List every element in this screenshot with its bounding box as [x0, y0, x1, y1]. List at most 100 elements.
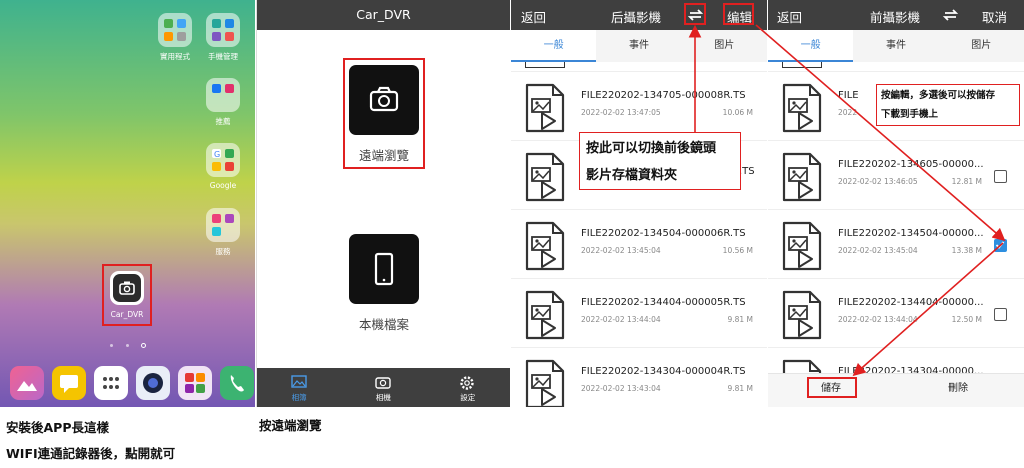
file-name: FILE220202-134504-00000...	[838, 228, 984, 239]
camera-icon	[375, 377, 391, 389]
file-date: 2022-02-02 13:43:04	[581, 384, 661, 393]
phone-icon[interactable]	[220, 366, 254, 400]
list-item[interactable]: FILE220202-134404-000005R.TS 2022-02-02 1…	[511, 280, 767, 348]
bottom-nav: 相簿 相機 設定	[257, 368, 510, 407]
file-name: FILE220202-134304-000004R.TS	[581, 366, 746, 377]
tab-general[interactable]: 一般	[768, 30, 854, 62]
tab-events[interactable]: 事件	[853, 30, 938, 62]
messages-icon[interactable]	[52, 366, 86, 400]
folder-icon[interactable]	[206, 13, 240, 47]
file-date: 2022-02-02 13:47:05	[581, 108, 661, 117]
file-checkbox[interactable]	[994, 308, 1007, 321]
games-icon[interactable]	[178, 366, 212, 400]
file-date: 2022-02-02 13:44:04	[838, 315, 918, 324]
file-date: 2022-02-02 13:45:04	[581, 246, 661, 255]
video-file-icon	[525, 83, 565, 133]
app-label: Google	[209, 181, 237, 190]
file-name: FILE220202-134705-000008R.TS	[581, 90, 746, 101]
caption: WIFI連通記錄器後，點開就可	[6, 446, 176, 461]
rear-camera-panel: 返回 后攝影機 编辑 一般 事件 图片 FILE220202-134705-00…	[511, 0, 767, 407]
highlight-box	[684, 3, 706, 25]
file-name-partial: .TS	[739, 166, 755, 177]
album-icon	[291, 375, 307, 388]
list-item[interactable]: FILE220202-134304-000004R.TS 2022-02-02 1…	[511, 349, 767, 407]
highlight-box	[102, 264, 152, 326]
local-files-button[interactable]	[349, 234, 419, 304]
annotation-callout: 按編輯，多選後可以按儲存 下載到手機上	[876, 84, 1020, 126]
delete-button[interactable]: 刪除	[933, 379, 983, 399]
list-item[interactable]: FILE220202-134605-00000... 2022-02-02 13:…	[768, 142, 1024, 210]
svg-text:G: G	[214, 150, 220, 159]
screen-title: 前攝影機	[870, 10, 921, 25]
file-size: 12.50 M	[951, 315, 982, 324]
title-bar: Car_DVR	[257, 0, 510, 30]
video-file-icon	[525, 62, 565, 68]
file-size: 10.06 M	[722, 108, 753, 117]
title-bar: 返回 前攝影機 取消	[768, 0, 1024, 30]
highlight-box	[343, 58, 425, 169]
tab-pictures[interactable]: 图片	[682, 30, 767, 62]
video-file-icon	[525, 290, 565, 340]
tab-bar: 一般 事件 图片	[768, 30, 1024, 62]
folder-icon[interactable]: G	[206, 143, 240, 177]
cancel-button[interactable]: 取消	[982, 7, 1007, 26]
video-file-icon	[782, 152, 822, 202]
file-size: 13.38 M	[951, 246, 982, 255]
file-name: FILE220202-134605-00000...	[838, 159, 984, 170]
back-button[interactable]: 返回	[521, 7, 546, 26]
folder-icon[interactable]	[158, 13, 192, 47]
page-dot	[126, 344, 129, 347]
file-date: 2022-02-02 13:45:04	[838, 246, 918, 255]
file-name: FILE220202-134404-000005R.TS	[581, 297, 746, 308]
callout-line: 按編輯，多選後可以按儲存	[881, 90, 996, 101]
file-date: 2022-02-02 13:44:04	[581, 315, 661, 324]
file-name: FILE220202-134504-000006R.TS	[581, 228, 746, 239]
nav-album[interactable]: 相簿	[257, 368, 341, 407]
file-checkbox[interactable]	[994, 170, 1007, 183]
folder-icon[interactable]	[206, 78, 240, 112]
list-item[interactable]: FILE220202-134504-00000... 2022-02-02 13:…	[768, 211, 1024, 279]
file-name: FILE220202-134404-00000...	[838, 297, 984, 308]
apps-drawer-icon[interactable]	[94, 366, 128, 400]
tab-general[interactable]: 一般	[511, 30, 597, 62]
nav-camera[interactable]: 相機	[341, 368, 425, 407]
video-file-icon	[525, 359, 565, 407]
nav-label: 相機	[375, 393, 391, 402]
front-camera-panel: 返回 前攝影機 取消 一般 事件 图片 FILE 2022 FILE220202-1…	[768, 0, 1024, 407]
video-file-icon	[782, 221, 822, 271]
nav-label: 設定	[460, 393, 476, 402]
file-checkbox[interactable]	[994, 239, 1007, 252]
tab-events[interactable]: 事件	[596, 30, 681, 62]
page-dot	[110, 344, 113, 347]
annotation-callout: 按此可以切換前後鏡頭 影片存檔資料夾	[579, 132, 741, 190]
list-item[interactable]: FILE220202-134504-000006R.TS 2022-02-02 1…	[511, 211, 767, 279]
video-file-icon	[782, 62, 822, 68]
gallery-icon[interactable]	[10, 366, 44, 400]
screen-title: 后攝影機	[611, 10, 662, 25]
gear-icon	[460, 376, 475, 390]
list-item[interactable]: FILE220202-134705-000008R.TS 2022-02-02 1…	[511, 73, 767, 141]
list-item-partial	[511, 62, 767, 72]
list-item[interactable]: FILE220202-134404-00000... 2022-02-02 13:…	[768, 280, 1024, 348]
back-button[interactable]: 返回	[777, 7, 802, 26]
app-label: 手機管理	[208, 52, 238, 61]
tab-bar: 一般 事件 图片	[511, 30, 767, 62]
car-dvr-main-panel: Car_DVR 遠端瀏覽 本機檔案 相簿 相機 設定	[256, 0, 510, 407]
caption: 按遠端瀏覽	[259, 418, 322, 433]
file-size: 10.56 M	[722, 246, 753, 255]
app-title: Car_DVR	[356, 7, 411, 22]
caption: 安裝後APP長這樣	[6, 420, 109, 435]
video-file-icon	[525, 221, 565, 271]
nav-settings[interactable]: 設定	[425, 368, 510, 407]
switch-camera-icon[interactable]	[942, 7, 960, 23]
camera-icon[interactable]	[136, 366, 170, 400]
folder-icon[interactable]	[206, 208, 240, 242]
phone-icon	[374, 252, 394, 286]
list-item-partial	[768, 62, 1024, 72]
callout-line: 下載到手機上	[881, 109, 939, 120]
file-name: FILE	[838, 90, 859, 101]
file-size: 9.81 M	[727, 384, 753, 393]
tab-pictures[interactable]: 图片	[939, 30, 1024, 62]
file-date: 2022	[838, 108, 858, 117]
highlight-box	[807, 377, 857, 398]
